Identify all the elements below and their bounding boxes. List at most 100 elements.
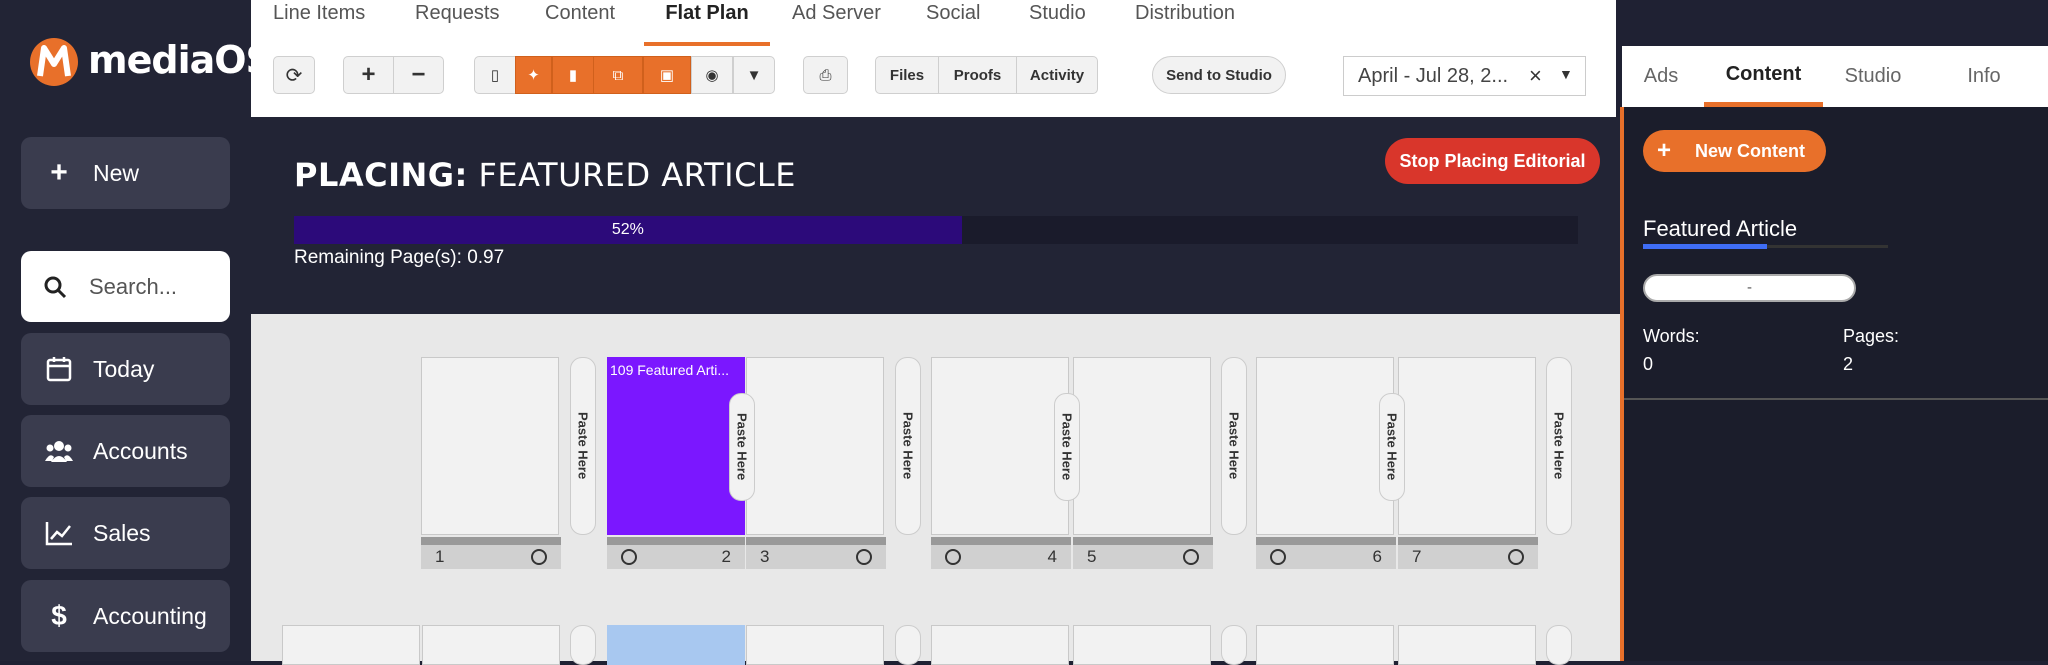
paste-here-slot[interactable]: Paste Here xyxy=(1546,357,1572,535)
paste-here-slot[interactable] xyxy=(570,625,596,665)
panel-divider xyxy=(1624,398,2048,400)
sidebar-item-accounting[interactable]: $ Accounting xyxy=(21,580,230,652)
tab-studio-panel[interactable]: Studio xyxy=(1840,46,1906,107)
tab-content[interactable]: Content xyxy=(545,0,615,46)
tab-flat-plan[interactable]: Flat Plan xyxy=(644,0,770,46)
search-field[interactable]: Search... xyxy=(21,251,230,322)
refresh-button[interactable]: ⟳ xyxy=(273,56,315,94)
new-button[interactable]: + New xyxy=(21,137,230,209)
paste-label: Paste Here xyxy=(1551,412,1567,480)
date-range-select[interactable]: April - Jul 28, 2... × ▼ xyxy=(1343,56,1586,96)
new-content-button[interactable]: + New Content xyxy=(1643,130,1826,172)
placing-title: FEATURED ARTICLE xyxy=(478,156,796,194)
paste-here-slot[interactable] xyxy=(895,625,921,665)
clear-icon[interactable]: × xyxy=(1529,63,1542,89)
pin-button[interactable]: ✦ xyxy=(515,56,552,94)
tab-social[interactable]: Social xyxy=(926,0,980,46)
page-number: 6 xyxy=(1372,547,1382,566)
article-title: Featured Article xyxy=(1643,216,1798,241)
sidebar-item-label: Accounts xyxy=(93,437,188,464)
article-underline xyxy=(1643,244,1888,249)
zoom-in-button[interactable]: + xyxy=(343,56,394,94)
image-button[interactable]: ▣ xyxy=(643,56,691,94)
page-footer: 1 xyxy=(421,537,561,569)
page-row2[interactable] xyxy=(422,625,560,665)
print-button[interactable]: ⎙ xyxy=(803,56,848,94)
tab-content-panel[interactable]: Content xyxy=(1704,46,1823,107)
activity-button[interactable]: Activity xyxy=(1016,56,1098,94)
paste-label: Paste Here xyxy=(1226,412,1242,480)
remaining-pages: Remaining Page(s): 0.97 xyxy=(294,247,505,268)
tab-ad-server[interactable]: Ad Server xyxy=(792,0,881,46)
paste-here-slot[interactable]: Paste Here xyxy=(1221,357,1247,535)
paste-here-slot[interactable]: Paste Here xyxy=(1379,393,1405,501)
content-panel xyxy=(1620,107,2048,661)
paste-here-slot[interactable] xyxy=(1221,625,1247,665)
page-row2[interactable] xyxy=(1256,625,1394,665)
page-row2-highlight[interactable] xyxy=(607,625,745,665)
users-icon xyxy=(45,441,73,462)
sidebar-item-sales[interactable]: Sales xyxy=(21,497,230,569)
files-button[interactable]: Files xyxy=(875,56,939,94)
image-icon: ▣ xyxy=(659,67,675,84)
select-circle-icon[interactable] xyxy=(945,549,961,565)
page-row2[interactable] xyxy=(1398,625,1536,665)
paste-here-slot[interactable]: Paste Here xyxy=(570,357,596,535)
tab-distribution[interactable]: Distribution xyxy=(1135,0,1235,46)
page-6[interactable] xyxy=(1256,357,1394,535)
paste-here-slot[interactable] xyxy=(1546,625,1572,665)
select-circle-icon[interactable] xyxy=(856,549,872,565)
calendar-icon xyxy=(46,357,72,382)
page-5[interactable] xyxy=(1073,357,1211,535)
select-circle-icon[interactable] xyxy=(1270,549,1286,565)
page-row2[interactable] xyxy=(1073,625,1211,665)
sidebar-item-today[interactable]: Today xyxy=(21,333,230,405)
select-circle-icon[interactable] xyxy=(1508,549,1524,565)
page-number: 5 xyxy=(1087,547,1097,566)
send-to-studio-button[interactable]: Send to Studio xyxy=(1152,56,1286,94)
plus-icon: + xyxy=(1657,137,1672,164)
page-row2[interactable] xyxy=(746,625,884,665)
page-number: 4 xyxy=(1047,547,1057,566)
zoom-out-button[interactable]: − xyxy=(393,56,444,94)
page-2-placed[interactable]: 109 Featured Arti... xyxy=(607,357,745,535)
pdf-button[interactable]: ▯ xyxy=(474,56,516,94)
paste-here-slot[interactable]: Paste Here xyxy=(1054,393,1080,501)
tab-info[interactable]: Info xyxy=(1958,46,2010,107)
select-circle-icon[interactable] xyxy=(531,549,547,565)
filter-button[interactable]: ▼ xyxy=(733,56,775,94)
chevron-down-icon[interactable]: ▼ xyxy=(1559,66,1573,82)
page-footer: 7 xyxy=(1398,537,1538,569)
page-row2[interactable] xyxy=(282,625,420,665)
page-row2[interactable] xyxy=(931,625,1069,665)
tab-studio[interactable]: Studio xyxy=(1029,0,1086,46)
tab-line-items[interactable]: Line Items xyxy=(273,0,365,46)
words-value: 0 xyxy=(1643,354,1654,374)
paste-label: Paste Here xyxy=(1059,413,1075,481)
document-button[interactable]: ▮ xyxy=(552,56,594,94)
layout-button[interactable]: ⧉ xyxy=(593,56,643,94)
page-7[interactable] xyxy=(1398,357,1536,535)
select-circle-icon[interactable] xyxy=(1183,549,1199,565)
sidebar-item-accounts[interactable]: Accounts xyxy=(21,415,230,487)
sidebar-item-label: Sales xyxy=(93,519,151,546)
status-field[interactable]: - xyxy=(1643,274,1856,302)
tab-requests[interactable]: Requests xyxy=(415,0,500,46)
tab-ads[interactable]: Ads xyxy=(1634,46,1688,107)
visibility-button[interactable]: ◉ xyxy=(691,56,733,94)
plus-icon: + xyxy=(50,156,68,189)
search-icon xyxy=(44,276,67,298)
paste-here-slot[interactable]: Paste Here xyxy=(729,393,755,501)
select-circle-icon[interactable] xyxy=(621,549,637,565)
stop-placing-button[interactable]: Stop Placing Editorial xyxy=(1385,138,1600,184)
page-1[interactable] xyxy=(421,357,559,535)
page-footer: 6 xyxy=(1256,537,1396,569)
progress-fill: 52% xyxy=(294,216,962,244)
page-number: 3 xyxy=(760,547,770,566)
refresh-icon: ⟳ xyxy=(285,64,303,87)
page-3[interactable] xyxy=(746,357,884,535)
paste-here-slot[interactable]: Paste Here xyxy=(895,357,921,535)
page-4[interactable] xyxy=(931,357,1069,535)
proofs-button[interactable]: Proofs xyxy=(938,56,1017,94)
paste-label: Paste Here xyxy=(575,412,591,480)
